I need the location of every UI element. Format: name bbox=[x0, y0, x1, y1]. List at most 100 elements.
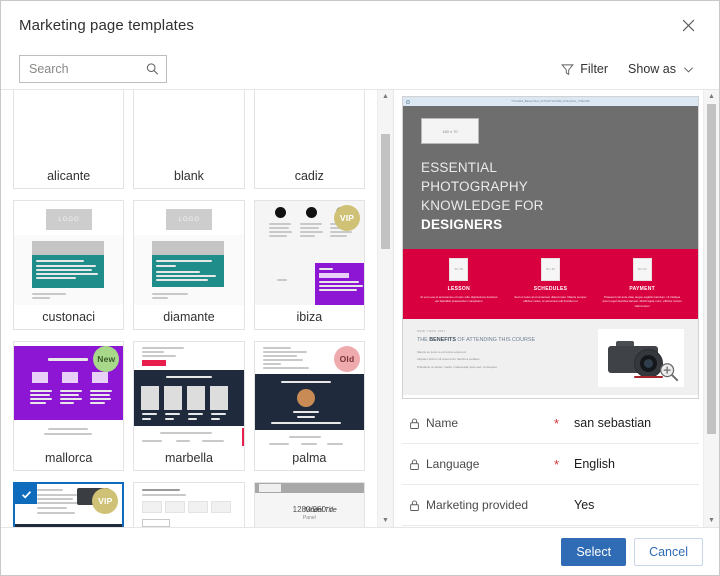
benefits-heading: THE BENEFITS OF ATTENDING THIS COURSE bbox=[417, 337, 590, 345]
zoom-in-icon[interactable] bbox=[658, 361, 680, 383]
preview-benefits-section: NEW YORK 2017 THE BENEFITS OF ATTENDING … bbox=[403, 319, 698, 396]
template-thumbnail bbox=[254, 90, 364, 164]
template-thumbnail bbox=[134, 483, 244, 527]
gallery-scrollbar-thumb[interactable] bbox=[381, 134, 390, 249]
scroll-down-icon[interactable]: ▼ bbox=[708, 517, 715, 524]
preview-feature: 60 x 60 SCHEDULES Sed ut netus at urna l… bbox=[505, 257, 597, 309]
benefit-bullet: Aliquam dictum sit amet enim faucibus so… bbox=[417, 357, 481, 362]
cancel-button[interactable]: Cancel bbox=[634, 537, 703, 566]
preview-benefits-text: NEW YORK 2017 THE BENEFITS OF ATTENDING … bbox=[417, 329, 590, 387]
preview-scrollbar[interactable]: ▲ ▼ bbox=[703, 90, 719, 527]
page-title: Marketing page templates bbox=[19, 16, 194, 34]
preview-scrollbar-thumb[interactable] bbox=[707, 104, 716, 434]
lock-icon bbox=[410, 500, 419, 511]
template-card-custonaci[interactable]: LOGO custonaci bbox=[13, 200, 125, 330]
scroll-down-icon[interactable]: ▼ bbox=[382, 517, 389, 524]
dialog-header: Marketing page templates bbox=[1, 1, 719, 49]
feature-title: PAYMENT bbox=[629, 285, 656, 292]
property-value: san sebastian bbox=[574, 416, 652, 430]
benefit-bullet: Phasellus ut sapien mattis, malesuada ju… bbox=[417, 364, 498, 369]
template-card-mallorca[interactable]: New mallorca bbox=[13, 341, 125, 471]
template-thumbnail bbox=[14, 90, 124, 164]
template-thumbnail bbox=[134, 90, 244, 164]
template-name: blank bbox=[134, 164, 244, 188]
template-card-cadiz[interactable]: cadiz bbox=[253, 90, 365, 189]
template-name: ibiza bbox=[254, 305, 364, 329]
filter-label: Filter bbox=[580, 62, 609, 76]
gallery-scrollbar[interactable]: ▲ ▼ bbox=[377, 90, 393, 527]
property-row-marketing-provided: Marketing provided Yes bbox=[402, 485, 699, 526]
lock-icon bbox=[410, 459, 419, 470]
search-input[interactable] bbox=[20, 56, 166, 82]
gallery-toolbar: Filter Show as bbox=[1, 49, 719, 89]
scroll-up-icon[interactable]: ▲ bbox=[708, 93, 715, 100]
property-value: Yes bbox=[574, 498, 595, 512]
property-label: Marketing provided bbox=[426, 498, 529, 512]
scroll-up-icon[interactable]: ▲ bbox=[382, 93, 389, 100]
badge-old: Old bbox=[334, 346, 360, 372]
search-box[interactable] bbox=[19, 55, 167, 83]
template-name: custonaci bbox=[14, 305, 124, 329]
benefits-heading-post: OF ATTENDING THIS COURSE bbox=[455, 337, 536, 344]
template-card-alicante[interactable]: alicante bbox=[13, 90, 125, 189]
feature-image-placeholder: 60 x 60 bbox=[449, 257, 469, 281]
template-card-marbella[interactable]: marbella bbox=[133, 341, 245, 471]
benefits-kicker: NEW YORK 2017 bbox=[417, 329, 446, 334]
selected-check-icon bbox=[15, 484, 37, 504]
preview-url: TC/inhibit_BannerText_txt?Ctx/TC/inhibit… bbox=[511, 100, 590, 103]
preview-feature: 60 x 60 LESSON At vero eos et accusamus … bbox=[413, 257, 505, 309]
preview-pane: TC/inhibit_BannerText_txt?Ctx/TC/inhibit… bbox=[394, 90, 703, 527]
template-name: diamante bbox=[134, 305, 244, 329]
template-card-struct-1[interactable]: 1280/960 Model Title Panel struct-1 bbox=[253, 482, 365, 527]
property-label: Name bbox=[426, 416, 459, 430]
headline-bold: DESIGNERS bbox=[421, 217, 503, 233]
template-card-ibiza[interactable]: VIP ibiza bbox=[253, 200, 365, 330]
template-card-sitges[interactable]: sitges bbox=[133, 482, 245, 527]
property-row-market-type: Market type Consumer bbox=[402, 526, 699, 527]
template-thumbnail: 1280/960 Model Title Panel bbox=[254, 483, 364, 527]
gallery-scrollbar-track[interactable] bbox=[381, 104, 390, 513]
template-gallery: alicante blank cadiz LOGO custonaci LOGO… bbox=[1, 90, 377, 527]
show-as-button[interactable]: Show as bbox=[620, 54, 703, 84]
struct-dimension-b: Model Title bbox=[304, 505, 337, 514]
close-icon bbox=[682, 19, 694, 31]
feature-text: Praesent nisi ante vitae augue sagittis … bbox=[602, 294, 682, 308]
template-name: alicante bbox=[14, 164, 124, 188]
feature-text: At vero eos et accusamus et iusto odio d… bbox=[420, 294, 498, 304]
property-value: English bbox=[574, 457, 615, 471]
property-row-name: Name * san sebastian bbox=[402, 403, 699, 444]
template-thumbnail: VIP bbox=[15, 484, 123, 527]
preview-feature: 60 x 60 PAYMENT Praesent nisi ante vitae… bbox=[596, 257, 688, 309]
template-card-palma[interactable]: Old palma bbox=[253, 341, 365, 471]
preview-scrollbar-track[interactable] bbox=[707, 104, 716, 513]
property-row-language: Language * English bbox=[402, 444, 699, 485]
feature-text: Sed ut netus at urna laoreet ullamcorper… bbox=[514, 294, 587, 304]
preview-headline: ESSENTIAL PHOTOGRAPHY KNOWLEDGE FOR DESI… bbox=[421, 158, 698, 235]
preview-hero: 180 x 70 ESSENTIAL PHOTOGRAPHY KNOWLEDGE… bbox=[403, 106, 698, 249]
feature-title: SCHEDULES bbox=[533, 285, 568, 292]
template-gallery-column: alicante blank cadiz LOGO custonaci LOGO… bbox=[1, 89, 393, 527]
template-picker-dialog: Marketing page templates Filter Show as bbox=[0, 0, 720, 576]
feature-title: LESSON bbox=[447, 285, 471, 292]
mock-logo: LOGO bbox=[46, 209, 92, 230]
toolbar-actions: Filter Show as bbox=[553, 54, 703, 84]
template-properties: Name * san sebastian Language * English bbox=[402, 403, 699, 527]
template-name: cadiz bbox=[254, 164, 364, 188]
template-card-diamante[interactable]: LOGO diamante bbox=[133, 200, 245, 330]
feature-image-placeholder: 60 x 60 bbox=[632, 257, 652, 281]
headline-line-3: KNOWLEDGE FOR bbox=[421, 198, 544, 214]
template-thumbnail bbox=[134, 342, 244, 446]
benefits-heading-pre: THE bbox=[417, 337, 430, 344]
dialog-body: alicante blank cadiz LOGO custonaci LOGO… bbox=[1, 89, 719, 527]
preview-browser-bar: TC/inhibit_BannerText_txt?Ctx/TC/inhibit… bbox=[403, 97, 698, 106]
chevron-down-icon bbox=[683, 66, 694, 72]
select-button[interactable]: Select bbox=[561, 537, 627, 566]
template-card-san-sebastian[interactable]: VIP san sebastian bbox=[13, 482, 125, 527]
template-thumbnail: Old bbox=[254, 342, 364, 446]
headline-line-2: PHOTOGRAPHY bbox=[421, 179, 528, 195]
mock-logo: LOGO bbox=[166, 209, 213, 230]
template-name: mallorca bbox=[14, 446, 124, 470]
template-card-blank[interactable]: blank bbox=[133, 90, 245, 189]
filter-button[interactable]: Filter bbox=[553, 54, 616, 84]
close-button[interactable] bbox=[673, 10, 703, 40]
